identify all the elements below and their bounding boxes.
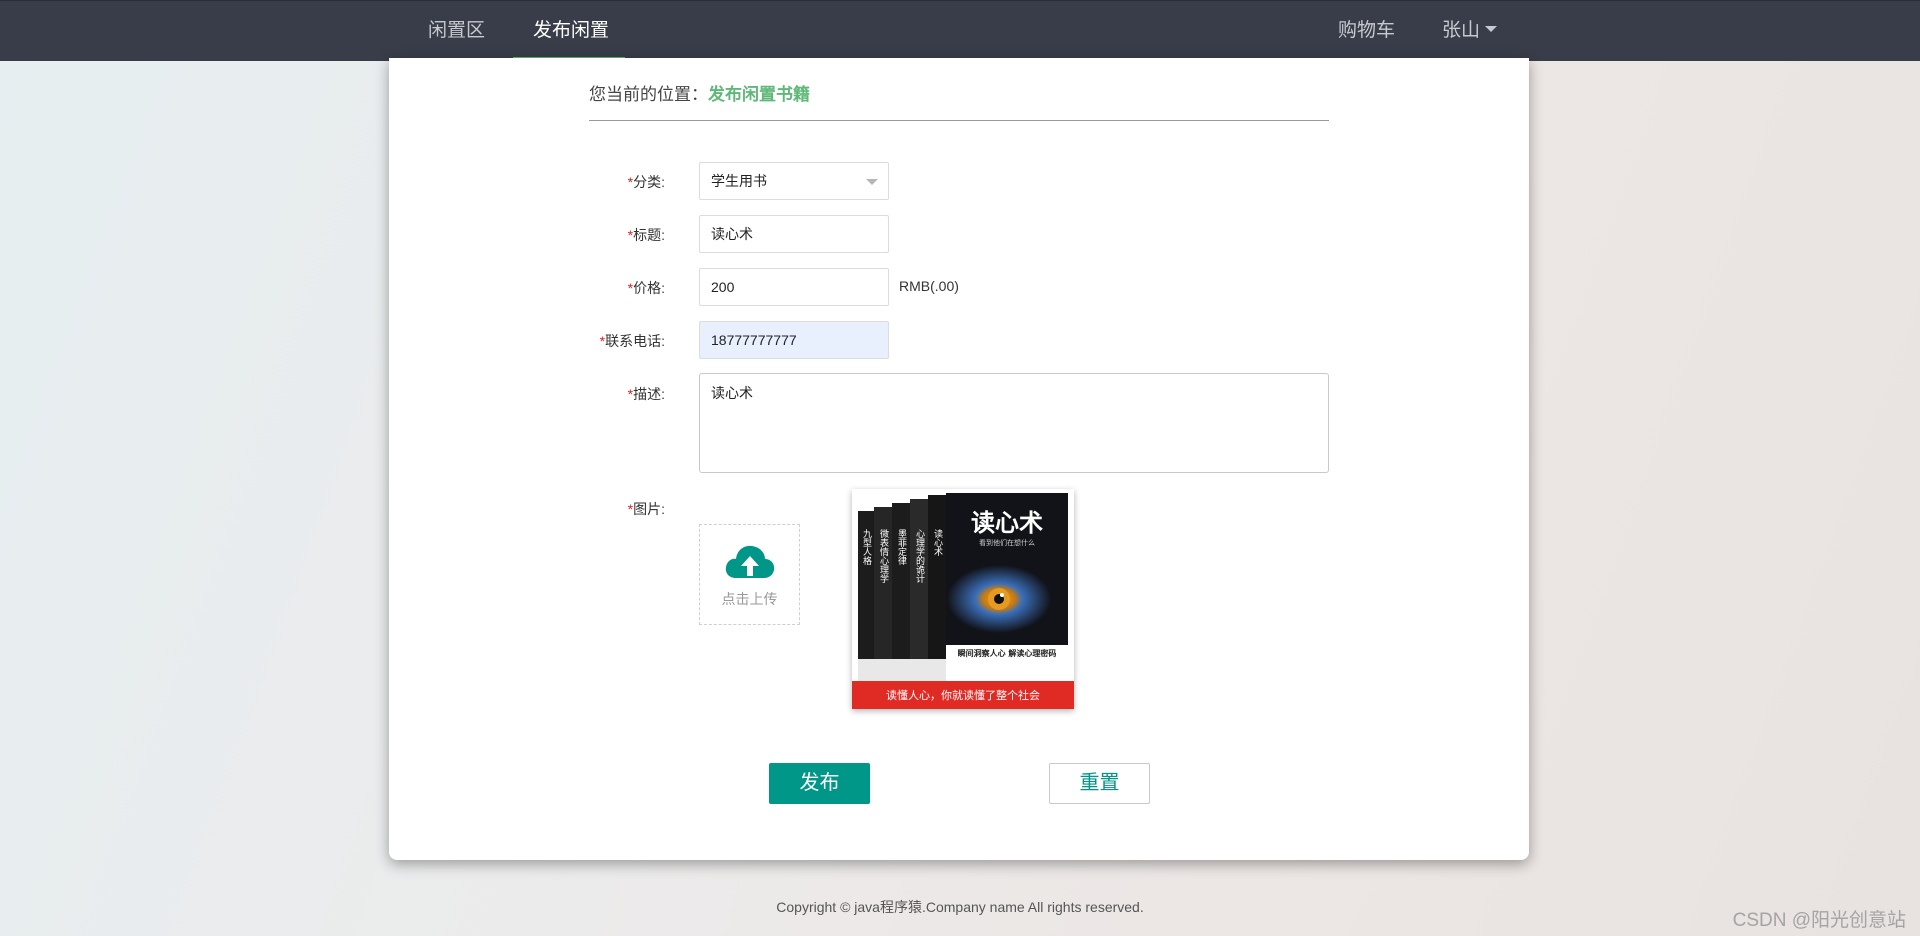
price-input[interactable]: 200 [699, 268, 889, 306]
publish-card: 您当前的位置：发布闲置书籍 *分类: 学生用书 *标题: 读心术 *价格: 20… [389, 58, 1529, 860]
user-name: 张山 [1442, 20, 1481, 41]
description-label-text: 描述: [633, 386, 665, 402]
top-nav: 闲置区 发布闲置 购物车 张山 [0, 0, 1920, 62]
title-label-text: 标题: [633, 227, 665, 243]
breadcrumb-prefix: 您当前的位置： [589, 85, 708, 104]
nav-item-publish[interactable]: 发布闲置 [533, 1, 609, 61]
book-preview-image[interactable]: 读心术 看到他们在想什么 瞬间洞察人心 解读心理密码 读懂人心，你就读懂了整个社… [852, 489, 1074, 709]
title-label: *标题: [539, 225, 665, 245]
divider [589, 120, 1329, 121]
book-spine-title: 微表情心理学 [878, 528, 889, 583]
book-cover-subtitle: 看到他们在想什么 [979, 538, 1035, 547]
price-unit: RMB(.00) [899, 278, 959, 294]
book-spine-title: 读心术 [932, 528, 943, 557]
title-input[interactable]: 读心术 [699, 215, 889, 253]
nav-item-cart[interactable]: 购物车 [1338, 1, 1395, 61]
category-select[interactable]: 学生用书 [699, 162, 889, 200]
upload-label: 点击上传 [721, 591, 778, 607]
phone-label-text: 联系电话: [605, 333, 665, 349]
book-banner: 读懂人心，你就读懂了整个社会 [886, 688, 1040, 702]
book-spine-title: 墨菲定律 [896, 529, 907, 566]
description-label: *描述: [539, 384, 665, 404]
reset-button[interactable]: 重置 [1049, 763, 1150, 804]
phone-input[interactable]: 18777777777 [699, 321, 889, 359]
category-label: *分类: [539, 172, 665, 192]
phone-label: *联系电话: [539, 331, 665, 351]
upload-button[interactable]: 点击上传 [699, 524, 800, 625]
image-label: *图片: [539, 499, 665, 519]
nav-item-idle-zone[interactable]: 闲置区 [428, 1, 485, 61]
book-cover-title: 读心术 [971, 509, 1043, 537]
category-label-text: 分类: [633, 174, 665, 190]
book-spine-title: 心理学的诡计 [914, 529, 925, 584]
book-cover-tagline: 瞬间洞察人心 解读心理密码 [958, 648, 1057, 658]
book-spine-title: 九型人格 [861, 529, 872, 566]
watermark: CSDN @阳光创意站 [1732, 910, 1906, 931]
price-label: *价格: [539, 278, 665, 298]
publish-button[interactable]: 发布 [769, 763, 870, 804]
user-menu[interactable]: 张山 [1442, 1, 1498, 61]
category-value: 学生用书 [711, 173, 767, 189]
description-textarea[interactable]: 读心术 [699, 373, 1329, 473]
chevron-down-icon [1485, 26, 1498, 33]
cloud-upload-icon [725, 545, 775, 578]
breadcrumb-current[interactable]: 发布闲置书籍 [708, 85, 810, 104]
breadcrumb: 您当前的位置：发布闲置书籍 [589, 80, 810, 105]
copyright: Copyright © java程序猿.Company name All rig… [776, 899, 1144, 915]
image-label-text: 图片: [633, 501, 665, 517]
chevron-down-icon [866, 179, 878, 185]
price-label-text: 价格: [633, 280, 665, 296]
